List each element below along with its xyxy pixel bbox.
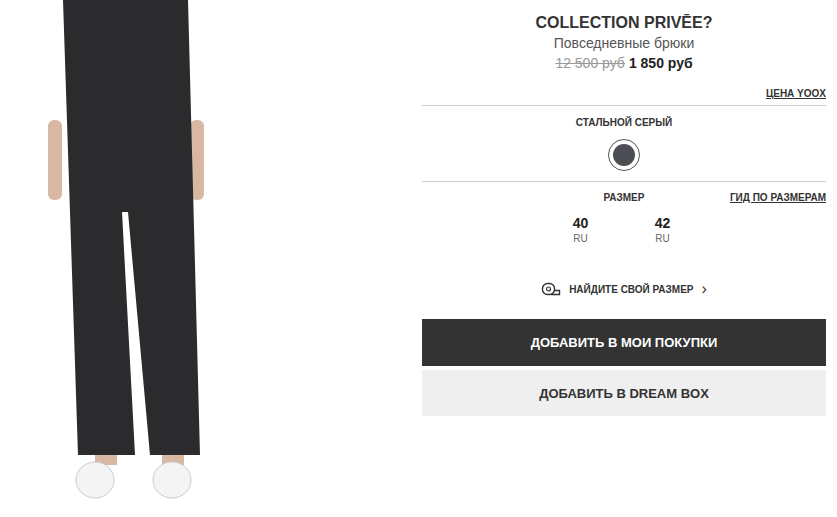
add-button[interactable]: ДОБАВИТЬ В МОИ ПОКУПКИ xyxy=(422,319,826,366)
pants-photo-icon xyxy=(0,0,245,517)
product-page: COLLECTION PRIVĒE?Повседневные брюки12 5… xyxy=(0,0,837,517)
price-row: 12 500 руб1 850 руб xyxy=(422,53,826,73)
product-header: COLLECTION PRIVĒE?Повседневные брюки12 5… xyxy=(422,0,826,73)
size-label: РАЗМЕР xyxy=(604,191,645,204)
photo-column xyxy=(0,0,422,517)
product-panel: COLLECTION PRIVĒE?Повседневные брюки12 5… xyxy=(422,0,826,517)
find-size-link[interactable]: НАЙДИТЕ СВОЙ РАЗМЕР› xyxy=(422,281,826,297)
chevron-icon: › xyxy=(702,283,707,295)
product-photo xyxy=(0,0,245,517)
size-section: РАЗМЕР ГИД ПО РАЗМЕРАМ 40RU 42RU НАЙДИТЕ СВО… xyxy=(422,182,826,297)
color-swatch[interactable] xyxy=(608,139,640,171)
old-price: 12 500 руб xyxy=(555,55,625,71)
measuring-tape-icon xyxy=(541,281,561,297)
color-section: СТАЛЬНОЙ СЕРЫЙ xyxy=(422,106,826,182)
size-option[interactable]: 42RU xyxy=(647,214,679,246)
price-note-link[interactable]: ЦЕНА YOOX xyxy=(766,88,826,99)
brand-title[interactable]: COLLECTION PRIVĒE? xyxy=(422,13,826,33)
size-option[interactable]: 40RU xyxy=(565,214,597,246)
color-label: СТАЛЬНОЙ СЕРЫЙ xyxy=(576,116,673,129)
price: 1 850 руб xyxy=(629,55,693,71)
size-guide-link[interactable]: ГИД ПО РАЗМЕРАМ xyxy=(730,192,826,203)
product-type: Повседневные брюки xyxy=(422,33,826,53)
add-button[interactable]: ДОБАВИТЬ В DREAM BOX xyxy=(422,370,826,416)
